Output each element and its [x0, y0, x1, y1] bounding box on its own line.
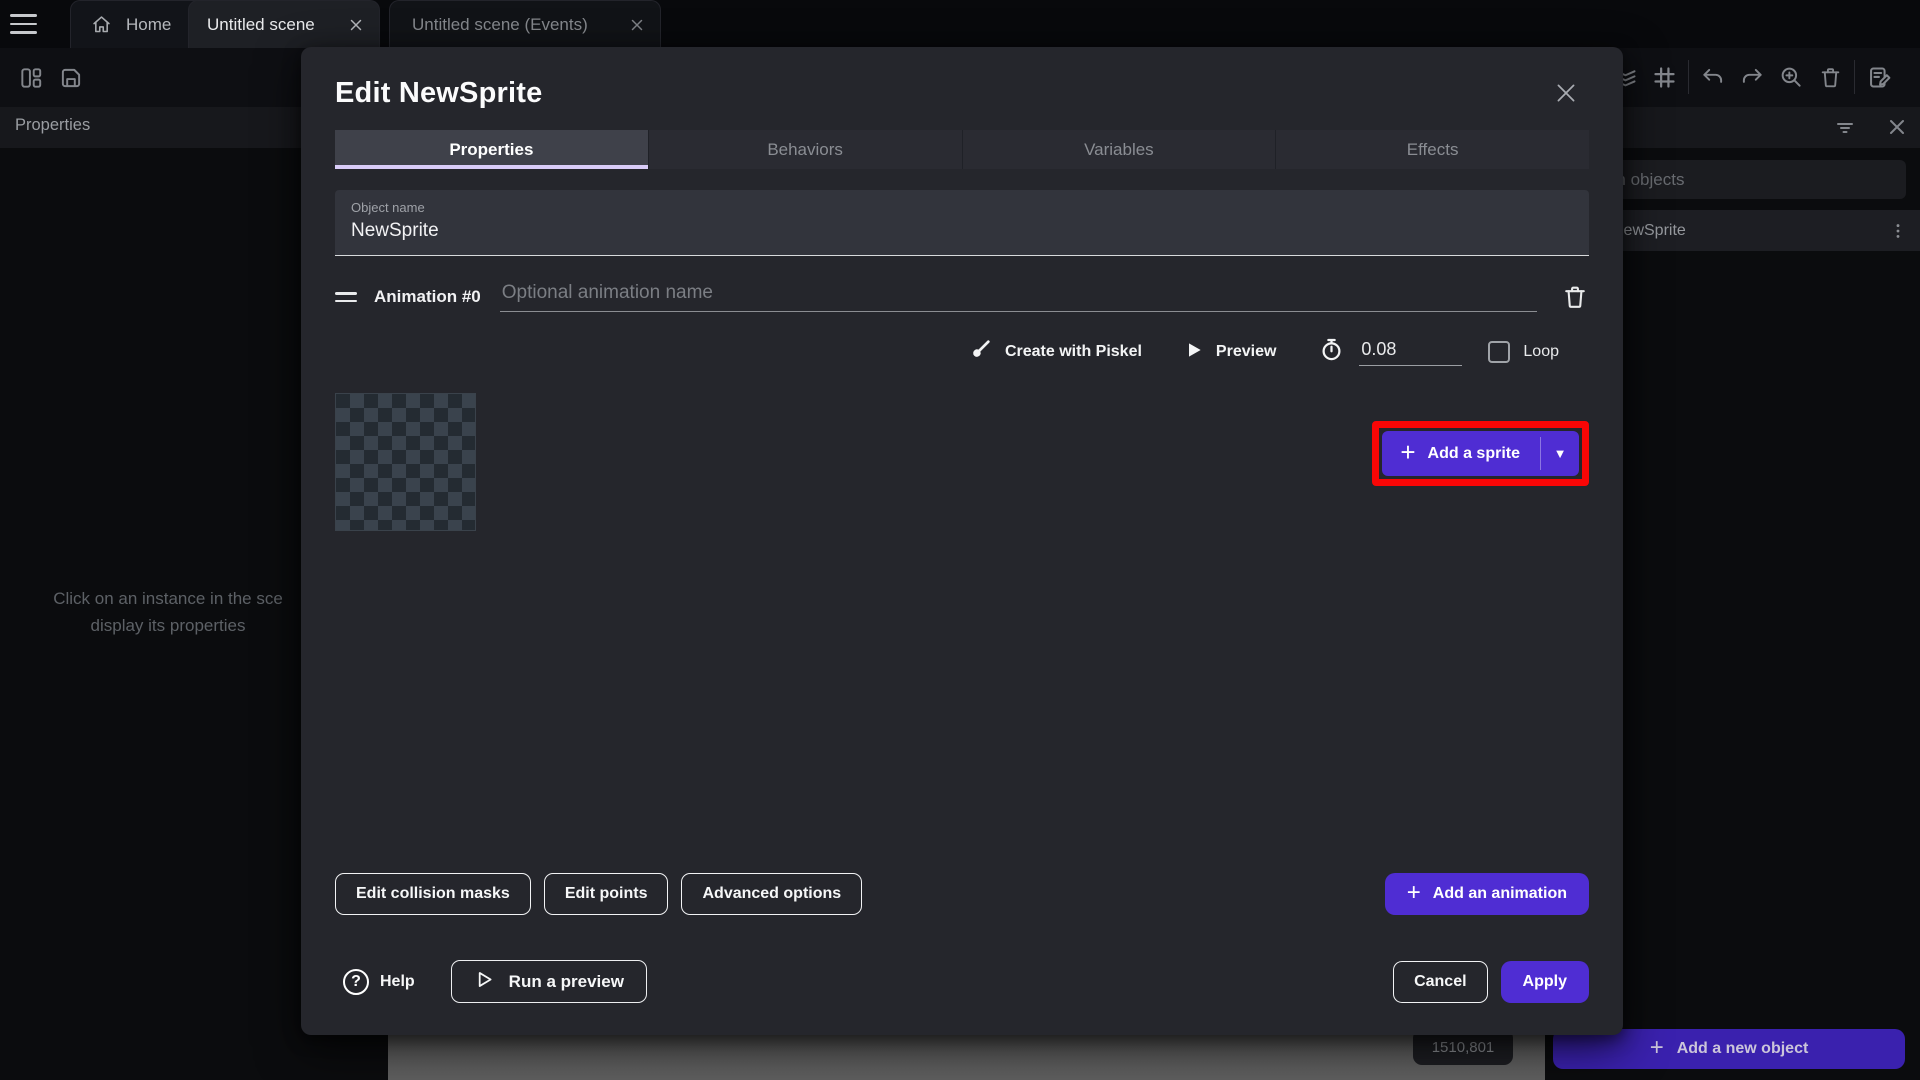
preview-label: Preview: [1216, 343, 1276, 361]
animation-controls-row: Create with Piskel Preview Loop: [335, 330, 1589, 374]
help-label: Help: [380, 973, 415, 991]
dialog-tab-properties[interactable]: Properties: [335, 130, 648, 169]
add-animation-button[interactable]: + Add an animation: [1385, 873, 1589, 915]
create-with-piskel-button[interactable]: Create with Piskel: [968, 337, 1142, 367]
cancel-button[interactable]: Cancel: [1393, 961, 1487, 1003]
add-animation-label: Add an animation: [1433, 885, 1567, 903]
sprites-row: + Add a sprite ▼: [335, 393, 1589, 531]
dialog-tab-behaviors[interactable]: Behaviors: [648, 130, 962, 169]
loop-label: Loop: [1523, 343, 1559, 361]
run-preview-label: Run a preview: [509, 972, 624, 992]
add-sprite-button[interactable]: + Add a sprite ▼: [1382, 431, 1579, 476]
add-new-object-button[interactable]: + Add a new object: [1553, 1029, 1905, 1069]
trash-icon[interactable]: [1815, 62, 1845, 92]
dialog-tab-bar: Properties Behaviors Variables Effects: [335, 130, 1589, 169]
plus-icon: +: [1650, 1036, 1664, 1060]
drag-handle-icon[interactable]: [335, 289, 361, 305]
dialog-title: Edit NewSprite: [335, 77, 542, 110]
hamburger-menu-icon[interactable]: [10, 11, 46, 37]
tab-untitled-scene[interactable]: Untitled scene: [188, 0, 380, 48]
loop-checkbox[interactable]: [1488, 341, 1510, 363]
close-tab-icon[interactable]: [347, 16, 365, 34]
dialog-tab-variables[interactable]: Variables: [962, 130, 1276, 169]
edit-points-button[interactable]: Edit points: [544, 873, 669, 915]
play-icon: [1184, 340, 1204, 365]
panels-layout-icon[interactable]: [16, 63, 46, 93]
redo-icon[interactable]: [1737, 62, 1767, 92]
play-outline-icon: [474, 969, 495, 995]
properties-empty-message: Click on an instance in the sce display …: [0, 585, 336, 639]
app-window: Home Untitled scene Untitled scene (Even…: [0, 0, 1920, 1080]
properties-empty-line2: display its properties: [0, 612, 336, 639]
tab-home-label: Home: [126, 15, 171, 35]
plus-icon: +: [1400, 439, 1415, 465]
grid-icon[interactable]: [1649, 62, 1679, 92]
edit-sprite-dialog: Edit NewSprite Properties Behaviors Vari…: [301, 47, 1623, 1035]
object-name-label: Object name: [351, 200, 1573, 215]
scene-properties-icon[interactable]: [1864, 62, 1894, 92]
empty-sprite-thumbnail: [335, 393, 476, 531]
tab-events-label: Untitled scene (Events): [412, 15, 588, 35]
home-icon: [91, 14, 112, 35]
time-between-frames-input[interactable]: [1359, 339, 1462, 366]
create-with-piskel-label: Create with Piskel: [1005, 343, 1142, 361]
undo-icon[interactable]: [1698, 62, 1728, 92]
animation-title: Animation #0: [374, 287, 481, 307]
dots-vertical-icon[interactable]: [1888, 221, 1908, 241]
tab-scene-label: Untitled scene: [207, 15, 315, 35]
chevron-down-icon[interactable]: ▼: [1541, 431, 1579, 476]
run-preview-button[interactable]: Run a preview: [451, 960, 647, 1003]
toolbar-divider: [1854, 60, 1855, 94]
help-icon: ?: [343, 969, 369, 995]
close-panel-icon[interactable]: [1882, 112, 1912, 142]
advanced-options-button[interactable]: Advanced options: [681, 873, 862, 915]
help-button[interactable]: ? Help: [343, 969, 415, 995]
highlight-box: + Add a sprite ▼: [1372, 421, 1589, 486]
close-tab-icon[interactable]: [628, 16, 646, 34]
top-tab-bar: Home Untitled scene Untitled scene (Even…: [0, 0, 1920, 48]
save-icon[interactable]: [56, 63, 86, 93]
animation-header-row: Animation #0: [335, 276, 1589, 318]
close-dialog-icon[interactable]: [1553, 80, 1579, 106]
properties-panel-title: Properties: [15, 116, 90, 135]
dialog-footer: ? Help Run a preview Cancel Apply: [335, 960, 1589, 1003]
preview-button[interactable]: Preview: [1184, 340, 1276, 365]
properties-empty-line1: Click on an instance in the sce: [0, 585, 336, 612]
delete-animation-icon[interactable]: [1561, 283, 1589, 311]
sprite-actions-row: Edit collision masks Edit points Advance…: [335, 873, 1589, 915]
dialog-tab-effects[interactable]: Effects: [1275, 130, 1589, 169]
object-name-field[interactable]: Object name: [335, 190, 1589, 256]
zoom-in-icon[interactable]: [1776, 62, 1806, 92]
edit-collision-masks-button[interactable]: Edit collision masks: [335, 873, 531, 915]
scene-toolbar: [1610, 60, 1894, 94]
toolbar-divider: [1688, 60, 1689, 94]
plus-icon: +: [1407, 881, 1421, 905]
tab-untitled-scene-events[interactable]: Untitled scene (Events): [389, 0, 661, 48]
brush-icon: [968, 337, 993, 367]
filter-icon[interactable]: [1830, 112, 1860, 142]
object-name-input[interactable]: [351, 220, 1573, 242]
apply-button[interactable]: Apply: [1501, 961, 1589, 1003]
stopwatch-icon: [1318, 336, 1345, 368]
animation-name-input[interactable]: [500, 282, 1537, 312]
object-item-label: NewSprite: [1612, 222, 1686, 240]
add-sprite-label: Add a sprite: [1428, 445, 1520, 463]
add-new-object-label: Add a new object: [1677, 1040, 1809, 1058]
